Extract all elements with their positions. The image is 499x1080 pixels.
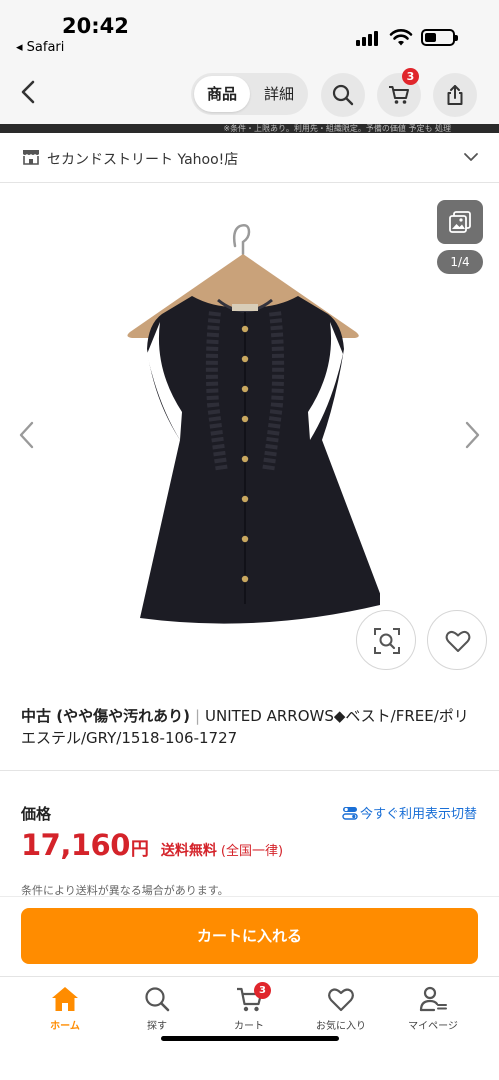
status-bar: 20:42 ◂ Safari <box>0 0 499 60</box>
title-separator: | <box>194 707 200 725</box>
battery-icon <box>421 29 458 46</box>
display-switch-label: 今すぐ利用表示切替 <box>359 807 477 822</box>
search-icon <box>145 987 170 1012</box>
cart-action-bar: カートに入れる <box>0 896 499 976</box>
tab-details[interactable]: 詳細 <box>254 76 304 112</box>
home-indicator <box>161 1036 339 1041</box>
display-switch-link[interactable]: 今すぐ利用表示切替 <box>342 803 477 822</box>
add-to-cart-button[interactable]: カートに入れる <box>21 908 478 964</box>
tab-cart[interactable]: 3 カート <box>214 982 284 1033</box>
tab-cart-badge: 3 <box>254 982 271 999</box>
segment-control: 商品 詳細 <box>191 73 308 115</box>
shipping-sub-label: (全国一律) <box>220 844 284 859</box>
previous-image-icon[interactable] <box>16 420 38 450</box>
image-counter: 1/4 <box>437 250 483 274</box>
price-label: 価格 <box>21 805 52 823</box>
store-row[interactable]: セカンドストリート Yahoo!店 <box>0 133 499 183</box>
store-name: セカンドストリート Yahoo!店 <box>47 152 239 168</box>
share-button[interactable] <box>433 73 477 117</box>
product-title: 中古 (やや傷や汚れあり) | UNITED ARROWS◆ベスト/FREE/ポリエ… <box>21 705 481 749</box>
product-condition: 中古 (やや傷や汚れあり) <box>21 707 190 725</box>
tab-home-label: ホーム <box>50 1021 80 1032</box>
back-chevron-icon[interactable] <box>14 77 44 107</box>
tab-home[interactable]: ホーム <box>30 985 100 1033</box>
product-image <box>127 224 380 624</box>
wifi-icon <box>389 29 413 46</box>
home-icon <box>52 987 78 1011</box>
tab-mypage-label: マイページ <box>408 1021 458 1032</box>
cart-count-badge: 3 <box>402 68 419 85</box>
back-to-safari-link[interactable]: ◂ Safari <box>16 40 64 55</box>
user-icon <box>419 986 447 1012</box>
tab-search-label: 探す <box>147 1021 167 1032</box>
tab-mypage[interactable]: マイページ <box>398 985 468 1033</box>
bottom-tab-bar: ホーム 探す 3 カート お気に入り マイページ <box>0 976 499 1080</box>
heart-icon <box>328 988 354 1012</box>
tab-favorites[interactable]: お気に入り <box>306 985 376 1033</box>
store-icon <box>23 150 39 165</box>
next-image-icon[interactable] <box>461 420 483 450</box>
tab-product[interactable]: 商品 <box>194 76 250 112</box>
search-icon <box>332 84 354 106</box>
gallery-view-button[interactable] <box>437 200 483 244</box>
favorite-button[interactable] <box>427 610 487 670</box>
tab-favorites-label: お気に入り <box>316 1021 366 1032</box>
heart-icon <box>445 630 471 652</box>
chevron-down-icon <box>464 153 478 161</box>
cart-button[interactable]: 3 <box>377 68 421 117</box>
notice-text: ※条件・上限あり。利用先・組織限定。予備の価値 予定も 処理 <box>223 124 451 133</box>
cellular-signal-icon <box>356 30 382 46</box>
price-value: 17,160 <box>21 828 130 862</box>
search-button[interactable] <box>321 73 365 117</box>
cart-icon <box>389 86 409 104</box>
price-unit: 円 <box>130 839 149 860</box>
price-row: 17,160 円 送料無料 (全国一律) <box>21 828 283 862</box>
image-search-button[interactable] <box>356 610 416 670</box>
shipping-label: 送料無料 <box>160 843 217 859</box>
image-stack-icon <box>449 211 471 233</box>
toggle-icon <box>342 806 358 820</box>
status-time: 20:42 <box>62 14 129 38</box>
tab-search[interactable]: 探す <box>122 985 192 1033</box>
nav-header: 商品 詳細 3 <box>0 60 499 124</box>
notice-strip: ※条件・上限あり。利用先・組織限定。予備の価値 予定も 処理 <box>0 124 499 133</box>
image-search-icon <box>374 628 400 654</box>
divider <box>0 770 499 771</box>
product-image-gallery[interactable]: 1/4 <box>0 184 499 684</box>
share-icon <box>447 85 463 105</box>
tab-cart-label: カート <box>234 1021 264 1032</box>
